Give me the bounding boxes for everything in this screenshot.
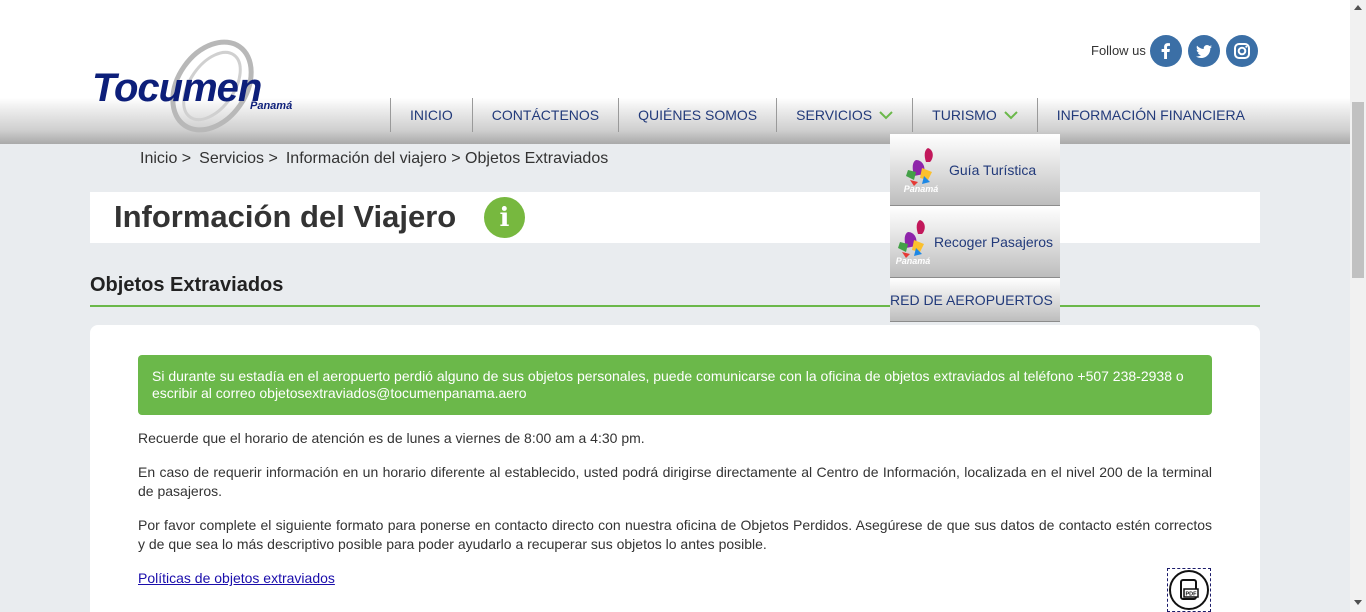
- nav-contactenos-label: CONTÁCTENOS: [491, 107, 600, 123]
- nav-inicio-label: INICIO: [410, 107, 453, 123]
- dropdown-item-guia-turistica[interactable]: Panamá Guía Turística: [890, 134, 1060, 206]
- tocumen-logo[interactable]: Tocumen Panamá: [90, 28, 310, 138]
- section-title: Objetos Extraviados: [90, 274, 284, 296]
- logo-text: Tocumen: [92, 66, 262, 110]
- nav-quienes-somos[interactable]: QUIÉNES SOMOS: [618, 98, 776, 132]
- info-icon: i: [484, 197, 525, 238]
- nav-inicio[interactable]: INICIO: [390, 98, 472, 132]
- dropdown-item-red-aeropuertos[interactable]: RED DE AEROPUERTOS: [890, 278, 1060, 322]
- nav-informacion-financiera-label: INFORMACIÓN FINANCIERA: [1056, 107, 1245, 123]
- nav-quienes-somos-label: QUIÉNES SOMOS: [638, 107, 758, 123]
- breadcrumb-inicio[interactable]: Inicio >: [140, 150, 191, 168]
- page-scrollbar[interactable]: [1350, 0, 1366, 612]
- title-band: Información del Viajero i: [90, 192, 1260, 243]
- nav-servicios[interactable]: SERVICIOS: [776, 98, 912, 132]
- instagram-icon[interactable]: [1226, 35, 1258, 67]
- follow-us-label: Follow us: [1091, 43, 1146, 58]
- paragraph-info-center: En caso de requerir información en un ho…: [138, 464, 1212, 499]
- policies-link[interactable]: Políticas de objetos extraviados: [138, 570, 335, 586]
- pdf-download-button[interactable]: PDF: [1167, 568, 1211, 612]
- nav-informacion-financiera[interactable]: INFORMACIÓN FINANCIERA: [1036, 98, 1264, 132]
- dropdown-label-red: RED DE AEROPUERTOS: [890, 292, 1053, 308]
- pdf-icon: PDF: [1169, 570, 1209, 610]
- paragraph-form: Por favor complete el siguiente formato …: [138, 517, 1212, 552]
- chevron-down-icon: [1004, 111, 1018, 120]
- dropdown-logo-text: Panamá: [904, 184, 939, 194]
- breadcrumb: Inicio > Servicios > Información del via…: [140, 150, 616, 168]
- nav-contactenos[interactable]: CONTÁCTENOS: [471, 98, 618, 132]
- breadcrumb-current: Información del viajero > Objetos Extrav…: [285, 150, 609, 167]
- dropdown-item-recoger-pasajeros[interactable]: Panamá Recoger Pasajeros: [890, 206, 1060, 278]
- dropdown-label-guia: Guía Turística: [949, 161, 1037, 178]
- nav-turismo[interactable]: TURISMO: [912, 98, 1037, 132]
- facebook-icon[interactable]: [1150, 35, 1182, 67]
- logo-subtext: Panamá: [250, 100, 293, 112]
- turismo-dropdown: Panamá Guía Turística Panamá Recoger Pas…: [890, 134, 1060, 322]
- content-card: Si durante su estadía en el aeropuerto p…: [90, 325, 1260, 612]
- main-nav: INICIO CONTÁCTENOS QUIÉNES SOMOS SERVICI…: [390, 98, 1264, 132]
- page-title: Información del Viajero: [114, 199, 457, 234]
- scroll-down-icon[interactable]: [1354, 600, 1362, 605]
- pdf-label: PDF: [1186, 592, 1198, 598]
- panama-logo-icon: Panamá: [896, 220, 931, 266]
- dropdown-label-recoger: Recoger Pasajeros: [934, 233, 1054, 250]
- paragraph-hours: Recuerde que el horario de atención es d…: [138, 430, 645, 446]
- dropdown-logo-text: Panamá: [896, 256, 931, 266]
- section-divider: [90, 305, 1260, 307]
- scroll-up-icon[interactable]: [1354, 5, 1362, 10]
- alert-banner: Si durante su estadía en el aeropuerto p…: [138, 355, 1212, 415]
- nav-servicios-label: SERVICIOS: [796, 107, 873, 123]
- chevron-down-icon: [879, 111, 893, 120]
- scrollbar-thumb[interactable]: [1352, 102, 1364, 278]
- panama-logo-icon: Panamá: [904, 148, 939, 194]
- breadcrumb-servicios[interactable]: Servicios >: [199, 150, 278, 168]
- twitter-icon[interactable]: [1188, 35, 1220, 67]
- nav-turismo-label: TURISMO: [932, 107, 997, 123]
